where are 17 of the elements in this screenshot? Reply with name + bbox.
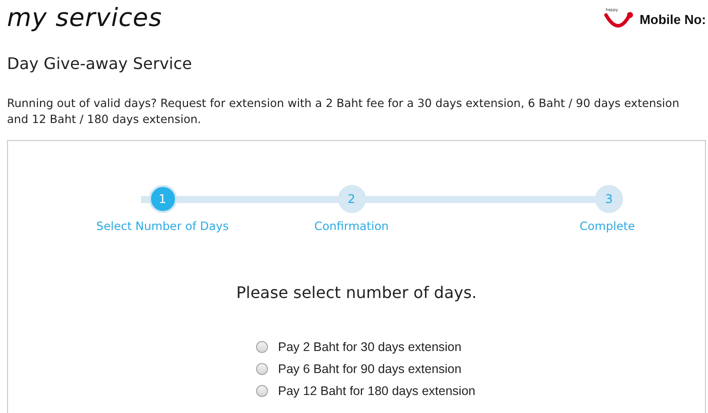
option-label[interactable]: Pay 2 Baht for 30 days extension xyxy=(278,340,462,354)
step-circle: 1 xyxy=(148,185,176,213)
step-circle: 2 xyxy=(338,185,366,213)
page-header-title: my services xyxy=(7,4,162,32)
option-label[interactable]: Pay 12 Baht for 180 days extension xyxy=(278,384,476,398)
radio-button[interactable] xyxy=(256,363,268,375)
option-label[interactable]: Pay 6 Baht for 90 days extension xyxy=(278,362,462,376)
step-label: Complete xyxy=(580,219,635,233)
radio-button[interactable] xyxy=(256,341,268,353)
service-title: Day Give-away Service xyxy=(7,54,193,73)
service-description: Running out of valid days? Request for extension with a 2 Baht fee for a 30 days extension, 6 Baht / 90 days extension and 12 Baht / 180 days extension. xyxy=(7,96,680,128)
select-prompt: Please select number of days. xyxy=(235,283,478,302)
step-label: Select Number of Days xyxy=(96,219,229,233)
radio-button[interactable] xyxy=(256,385,268,397)
step-circle: 3 xyxy=(595,185,623,213)
mobile-number-label: Mobile No: xyxy=(640,12,706,26)
step-label: Confirmation xyxy=(314,219,389,233)
